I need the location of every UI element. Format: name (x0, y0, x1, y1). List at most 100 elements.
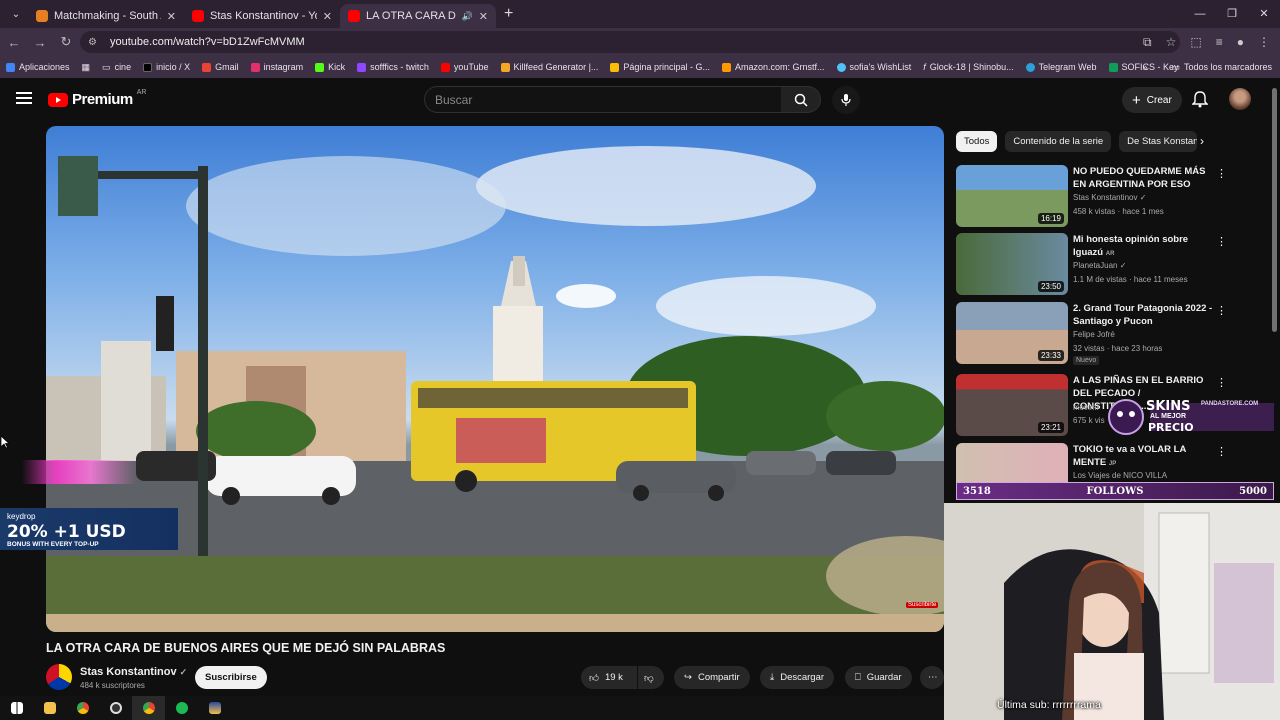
profile-icon[interactable]: ● (1237, 35, 1244, 49)
youtube-premium-logo[interactable]: Premium AR (48, 89, 147, 108)
verified-check-icon: ✓ (1119, 261, 1127, 270)
close-tab-icon[interactable]: ✕ (479, 10, 488, 23)
browser-menu-icon[interactable]: ⋮ (1258, 35, 1270, 49)
plus-icon: + (1132, 91, 1141, 109)
taskbar-spotify[interactable] (165, 696, 198, 720)
bookmark-youtube[interactable]: youTube (435, 62, 495, 72)
save-button[interactable]: ⎕ Guardar (845, 666, 912, 689)
recommendation-item[interactable]: TOKIO te va a VOLAR LA MENTE JP Los Viaj… (956, 443, 1236, 483)
close-tab-icon[interactable]: ✕ (323, 10, 332, 23)
recommendation-item[interactable]: 23:33 2. Grand Tour Patagonia 2022 - San… (956, 302, 1236, 365)
bookmark-x[interactable]: inicio / X (137, 62, 196, 72)
youtube-play-logo-icon (48, 92, 68, 107)
tab-search-button[interactable]: ⌄ (4, 4, 28, 24)
taskbar-chrome[interactable] (66, 696, 99, 720)
extensions-icon[interactable]: ⬚ (1190, 35, 1201, 49)
forward-arrow-icon[interactable]: → (28, 35, 52, 50)
browser-tab-2[interactable]: LA OTRA CARA DE BUENOS 🔊 ✕ (340, 4, 496, 28)
chip-todos[interactable]: Todos (956, 131, 998, 152)
account-avatar[interactable] (1229, 88, 1251, 110)
bookmark-glock[interactable]: f Glock-18 | Shinobu... (917, 62, 1019, 72)
bookmark-kick[interactable]: Kick (309, 62, 351, 72)
rec-channel-text: Stas Konstantinov (1073, 193, 1138, 202)
new-tab-icon[interactable]: + (504, 5, 513, 23)
video-thumbnail[interactable] (956, 443, 1068, 483)
like-button[interactable]: 👍︎ 19 k (581, 666, 637, 689)
more-vertical-icon[interactable]: ⋮ (1216, 167, 1227, 180)
maximize-icon[interactable]: ❐ (1216, 0, 1248, 28)
rec-channel[interactable]: PlanetaJuan ✓ (1073, 261, 1126, 270)
taskbar-chrome-profile[interactable] (132, 696, 165, 720)
rec-title-text: Mi honesta opinión sobre Iguazú (1073, 234, 1189, 258)
close-tab-icon[interactable]: ✕ (167, 10, 176, 23)
bookmark-killfeed[interactable]: Killfeed Generator |... (495, 62, 605, 72)
browser-tab-0[interactable]: Matchmaking - South America ✕ (28, 4, 184, 28)
subscribe-button[interactable]: Suscribirse (195, 666, 267, 689)
menu-icon[interactable] (16, 92, 32, 104)
chevron-right-icon[interactable]: › (1200, 134, 1204, 148)
browser-tab-1[interactable]: Stas Konstantinov - YouTube ✕ (184, 4, 340, 28)
download-button[interactable]: ⤓ Descargar (760, 666, 835, 689)
video-thumbnail[interactable]: 23:21 (956, 374, 1068, 436)
bookmark-instagram[interactable]: instagram (245, 62, 310, 72)
chip-contenido-serie[interactable]: Contenido de la serie (1005, 131, 1112, 152)
audio-playing-icon[interactable]: 🔊 (462, 11, 473, 22)
more-vertical-icon[interactable]: ⋮ (1216, 235, 1227, 248)
video-thumbnail[interactable]: 23:50 (956, 233, 1068, 295)
notifications-bell-icon[interactable] (1192, 90, 1208, 108)
region-tag: JP (1108, 461, 1117, 467)
all-bookmarks[interactable]: » ▭ Todos los marcadores (1142, 56, 1272, 78)
taskbar-app-2[interactable] (198, 696, 231, 720)
more-vertical-icon[interactable]: ⋮ (1216, 376, 1227, 389)
rec-channel[interactable]: movimi (1073, 403, 1098, 412)
dislike-button[interactable]: 👎︎ (638, 666, 664, 689)
more-vertical-icon[interactable]: ⋮ (1216, 445, 1227, 458)
recommendation-item[interactable]: 16:19 NO PUEDO QUEDARME MÁS EN ARGENTINA… (956, 165, 1236, 227)
rec-channel[interactable]: Felipe Jofré (1073, 330, 1115, 339)
bookmark-pagina-principal[interactable]: Página principal - G... (604, 62, 716, 72)
media-icon[interactable]: ≡ (1216, 35, 1223, 49)
more-bookmarks-icon[interactable]: » (1142, 62, 1147, 72)
rec-meta: 458 k vistas · hace 1 mes (1073, 207, 1164, 216)
bookmark-wishlist[interactable]: sofia's WishList (831, 62, 918, 72)
bookmark-star-icon[interactable]: ☆ (1166, 35, 1177, 49)
create-button[interactable]: + Crear (1122, 87, 1182, 113)
more-vertical-icon[interactable]: ⋮ (1216, 304, 1227, 317)
video-player[interactable]: Suscribirte (46, 126, 944, 632)
recommendation-item[interactable]: 23:50 Mi honesta opinión sobre Iguazú AR… (956, 233, 1236, 295)
channel-avatar[interactable] (46, 664, 72, 690)
taskbar-file-explorer[interactable] (33, 696, 66, 720)
url-bar[interactable]: ⚙ youtube.com/watch?v=bD1ZwFcMVMM (80, 31, 1180, 53)
channel-name[interactable]: Stas Konstantinov ✓ (80, 666, 187, 678)
site-info-icon[interactable]: ⚙ (88, 37, 102, 48)
bookmark-aplicaciones[interactable]: Aplicaciones (0, 62, 76, 72)
more-actions-button[interactable]: ⋯ (920, 666, 944, 689)
rec-channel[interactable]: Los Viajes de NICO VILLA (1073, 471, 1167, 480)
bookmark-folder-icon-item[interactable]: ▦ (76, 62, 97, 73)
bookmark-cine[interactable]: ▭ cine (96, 62, 137, 73)
bookmark-amazon[interactable]: Amazon.com: Grnstf... (716, 62, 831, 72)
region-code: AR (136, 89, 147, 96)
page-scrollbar[interactable] (1272, 88, 1277, 332)
share-button[interactable]: ↪ Compartir (674, 666, 750, 689)
reload-icon[interactable]: ↻ (54, 34, 78, 50)
cast-icon[interactable]: ⧉ (1143, 35, 1152, 50)
bookmark-telegram[interactable]: Telegram Web (1020, 62, 1103, 72)
overlay-subscribe-watermark[interactable]: Suscribirte (906, 602, 939, 608)
rec-channel[interactable]: Stas Konstantinov ✓ (1073, 193, 1146, 202)
window-controls: — ❐ ✕ (1184, 0, 1280, 28)
back-arrow-icon[interactable]: ← (2, 35, 26, 50)
start-button[interactable] (0, 696, 33, 720)
video-thumbnail[interactable]: 23:33 (956, 302, 1068, 364)
minimize-icon[interactable]: — (1184, 0, 1216, 28)
voice-search-button[interactable] (832, 86, 860, 114)
bookmark-gmail[interactable]: Gmail (196, 62, 245, 72)
video-thumbnail[interactable]: 16:19 (956, 165, 1068, 227)
verified-check-icon: ✓ (1139, 193, 1147, 202)
search-button[interactable] (781, 86, 821, 113)
taskbar-app[interactable] (99, 696, 132, 720)
chip-de-stas[interactable]: De Stas Konstan (1119, 131, 1198, 152)
close-window-icon[interactable]: ✕ (1248, 0, 1280, 28)
bookmark-twitch[interactable]: sofffics - twitch (351, 62, 435, 72)
search-input[interactable]: Buscar (424, 86, 782, 113)
